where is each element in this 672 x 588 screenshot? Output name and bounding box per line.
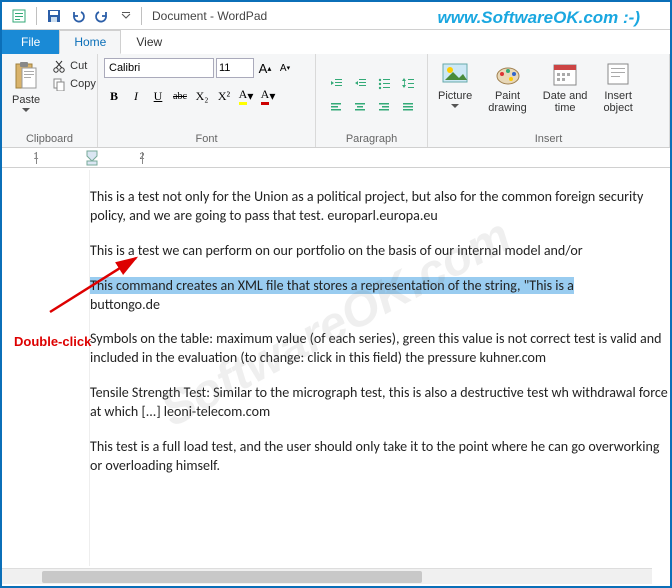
paint-drawing-button[interactable]: Paint drawing <box>484 58 531 116</box>
object-label: Insert object <box>603 90 632 114</box>
wordpad-window: Document - WordPad www.SoftwareOK.com :-… <box>0 0 672 588</box>
paragraph[interactable]: This is a test not only for the Union as… <box>90 188 670 226</box>
redo-icon[interactable] <box>91 5 113 27</box>
paint-icon <box>494 60 522 88</box>
strikethrough-button[interactable]: abc <box>170 86 190 106</box>
chevron-down-icon <box>451 104 459 108</box>
qat-separator <box>36 7 37 25</box>
decrease-indent-button[interactable] <box>325 72 347 94</box>
left-margin <box>2 170 90 566</box>
group-paragraph: Paragraph <box>316 54 428 147</box>
document-area[interactable]: This is a test not only for the Union as… <box>2 170 670 566</box>
annotation-label: Double-click <box>14 334 91 349</box>
paste-button[interactable]: Paste <box>8 58 44 114</box>
ribbon-tabs: File Home View <box>2 30 670 54</box>
bullet-list-button[interactable] <box>373 72 395 94</box>
date-time-button[interactable]: Date and time <box>539 58 592 116</box>
copy-icon <box>52 77 66 91</box>
tab-view[interactable]: View <box>121 30 177 54</box>
font-size-select[interactable] <box>216 58 254 78</box>
increase-indent-button[interactable] <box>349 72 371 94</box>
picture-icon <box>441 60 469 88</box>
paragraph-group-label: Paragraph <box>322 131 421 145</box>
group-font: A▴ A▾ B I U abc X₂ X² A▾ A▾ Font <box>98 54 316 147</box>
paragraph[interactable]: This is a test we can perform on our por… <box>90 242 670 261</box>
scrollbar-thumb[interactable] <box>42 571 422 583</box>
undo-icon[interactable] <box>67 5 89 27</box>
cut-button[interactable]: Cut <box>48 58 100 74</box>
copy-button[interactable]: Copy <box>48 76 100 92</box>
line-spacing-button[interactable] <box>397 72 419 94</box>
grow-font-button[interactable]: A▴ <box>256 59 274 77</box>
group-clipboard: Paste Cut Copy Clipboard <box>2 54 98 147</box>
text-highlight-button[interactable]: A▾ <box>236 86 256 106</box>
quick-access-toolbar <box>8 5 137 27</box>
watermark-url: www.SoftwareOK.com :-) <box>438 8 640 28</box>
paragraph[interactable]: This test is a full load test, and the u… <box>90 438 670 476</box>
shrink-font-button[interactable]: A▾ <box>276 59 294 77</box>
align-right-button[interactable] <box>373 96 395 118</box>
paste-label: Paste <box>12 94 40 106</box>
qat-customize-icon[interactable] <box>115 5 137 27</box>
picture-label: Picture <box>438 90 472 102</box>
datetime-label: Date and time <box>543 90 588 114</box>
calendar-icon <box>551 60 579 88</box>
picture-button[interactable]: Picture <box>434 58 476 110</box>
group-insert: Picture Paint drawing Date and time Inse… <box>428 54 670 147</box>
cut-icon <box>52 59 66 73</box>
horizontal-scrollbar[interactable] <box>2 568 652 584</box>
italic-button[interactable]: I <box>126 86 146 106</box>
paragraph[interactable]: This command creates an XML file that st… <box>90 277 670 315</box>
document-body[interactable]: This is a test not only for the Union as… <box>90 170 670 566</box>
paint-label: Paint drawing <box>488 90 527 114</box>
justify-button[interactable] <box>397 96 419 118</box>
font-group-label: Font <box>104 131 309 145</box>
underline-button[interactable]: U <box>148 86 168 106</box>
align-left-button[interactable] <box>325 96 347 118</box>
window-title: Document - WordPad <box>152 9 267 23</box>
paragraph[interactable]: Symbols on the table: maximum value (of … <box>90 330 670 368</box>
bold-button[interactable]: B <box>104 86 124 106</box>
title-separator <box>141 7 142 25</box>
ribbon: Paste Cut Copy Clipboard <box>2 54 670 148</box>
insert-group-label: Insert <box>434 131 663 145</box>
clipboard-group-label: Clipboard <box>8 131 91 145</box>
paste-icon <box>12 60 40 92</box>
selected-text[interactable]: This command creates an XML file that st… <box>90 277 574 294</box>
app-icon[interactable] <box>8 5 30 27</box>
superscript-button[interactable]: X² <box>214 86 234 106</box>
insert-object-button[interactable]: Insert object <box>599 58 636 116</box>
indent-marker-icon[interactable] <box>86 150 98 166</box>
tab-home[interactable]: Home <box>59 30 121 54</box>
ruler[interactable]: 1 2 <box>2 148 670 168</box>
paragraph-text[interactable]: buttongo.de <box>90 296 160 313</box>
copy-label: Copy <box>70 78 96 90</box>
subscript-button[interactable]: X₂ <box>192 86 212 106</box>
chevron-down-icon <box>22 108 30 112</box>
save-icon[interactable] <box>43 5 65 27</box>
tab-file[interactable]: File <box>2 30 59 54</box>
font-family-select[interactable] <box>104 58 214 78</box>
align-center-button[interactable] <box>349 96 371 118</box>
font-color-button[interactable]: A▾ <box>258 86 278 106</box>
paragraph[interactable]: Tensile Strength Test: Similar to the mi… <box>90 384 670 422</box>
cut-label: Cut <box>70 60 87 72</box>
object-icon <box>604 60 632 88</box>
